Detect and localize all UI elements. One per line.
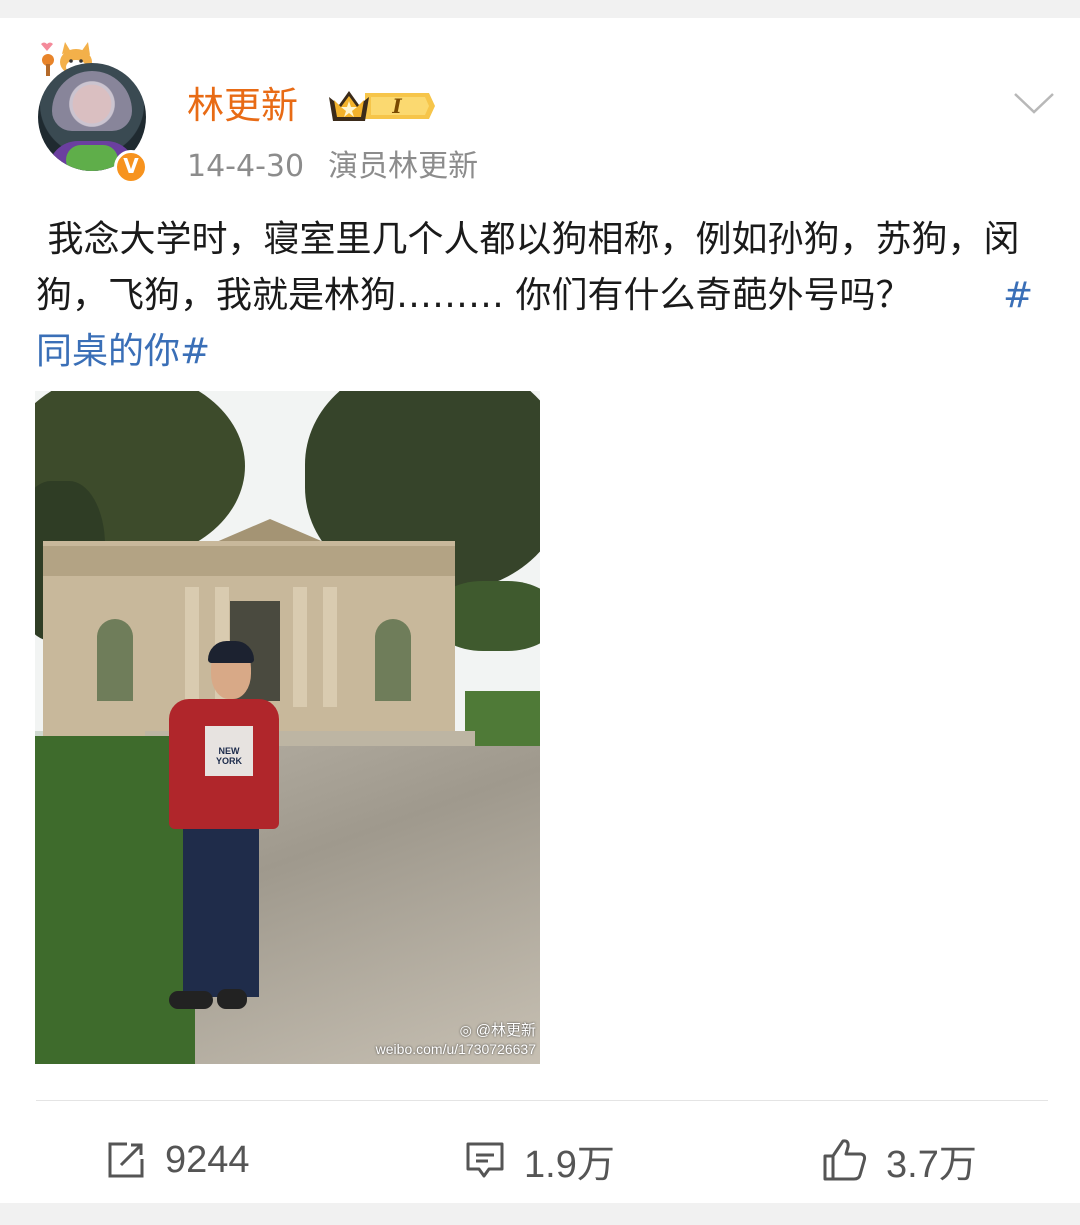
post-source: 演员林更新 <box>328 149 479 184</box>
like-count: 3.7万 <box>886 1143 977 1186</box>
post-text: 我念大学时，寝室里几个人都以狗相称，例如孙狗，苏狗，闵狗，飞狗，我就是林狗………… <box>36 212 1046 380</box>
watermark-handle: @林更新 <box>475 1022 536 1039</box>
post-meta: 14-4-30 演员林更新 <box>187 145 478 189</box>
watermark-url: weibo.com/u/1730726637 <box>375 1041 536 1057</box>
crown-icon[interactable]: I <box>325 85 437 127</box>
avatar-block[interactable]: V <box>28 42 158 184</box>
verified-icon: V <box>114 150 148 184</box>
repost-icon <box>108 1142 144 1178</box>
comment-icon <box>466 1142 504 1178</box>
comment-count: 1.9万 <box>524 1143 615 1186</box>
weibo-logo-icon: ◎ <box>459 1022 476 1038</box>
repost-button[interactable]: 9244 <box>105 1128 250 1192</box>
divider <box>36 1100 1048 1101</box>
like-button[interactable]: 3.7万 <box>822 1128 977 1192</box>
post-body: 我念大学时，寝室里几个人都以狗相称，例如孙狗，苏狗，闵狗，飞狗，我就是林狗………… <box>36 219 1020 316</box>
username[interactable]: 林更新 <box>187 82 298 130</box>
weibo-post-card: V 林更新 I 14-4-30 演员林更新 我念大学时，寝室里几个人都以狗相称，例… <box>0 18 1080 1203</box>
like-icon <box>823 1139 867 1181</box>
shirt-print-text: NEW YORK <box>215 746 242 766</box>
image-watermark: ◎ @林更新 weibo.com/u/1730726637 <box>376 1021 536 1058</box>
post-image[interactable]: NEW YORK ◎ @林更新 weibo.com/u/1730726637 <box>35 391 540 1064</box>
member-level: I <box>391 94 402 118</box>
chevron-down-icon[interactable] <box>1012 88 1056 118</box>
post-date: 14-4-30 <box>187 149 305 184</box>
repost-count: 9244 <box>165 1138 250 1181</box>
comment-button[interactable]: 1.9万 <box>464 1128 615 1192</box>
